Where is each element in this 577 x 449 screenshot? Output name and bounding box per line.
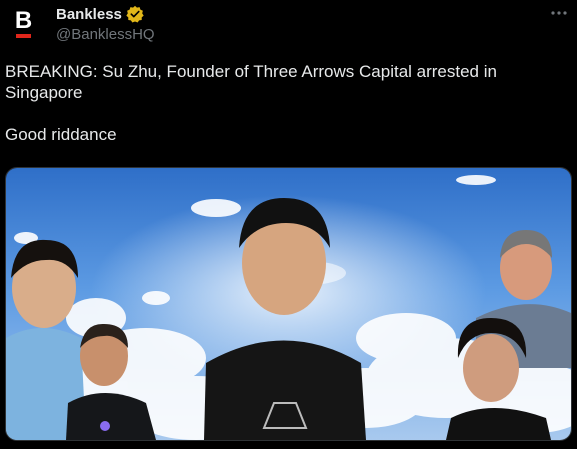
- author-name-row[interactable]: Bankless: [56, 5, 144, 23]
- more-options-button[interactable]: [548, 3, 570, 23]
- photo-collage: [6, 168, 571, 440]
- author-handle[interactable]: @BanklessHQ: [56, 26, 155, 43]
- tweet-media-photo[interactable]: [5, 167, 572, 441]
- svg-text:B: B: [15, 7, 32, 34]
- more-horizontal-icon: [551, 11, 567, 15]
- author-avatar[interactable]: B: [5, 4, 42, 41]
- tweet-text-line-1: BREAKING: Su Zhu, Founder of Three Arrow…: [5, 62, 497, 102]
- bankless-logo-icon: B: [5, 4, 42, 41]
- tweet-text: BREAKING: Su Zhu, Founder of Three Arrow…: [5, 61, 565, 145]
- verified-badge-icon: [126, 5, 144, 23]
- tweet-text-line-2: Good riddance: [5, 125, 117, 144]
- author-display-name[interactable]: Bankless: [56, 6, 122, 23]
